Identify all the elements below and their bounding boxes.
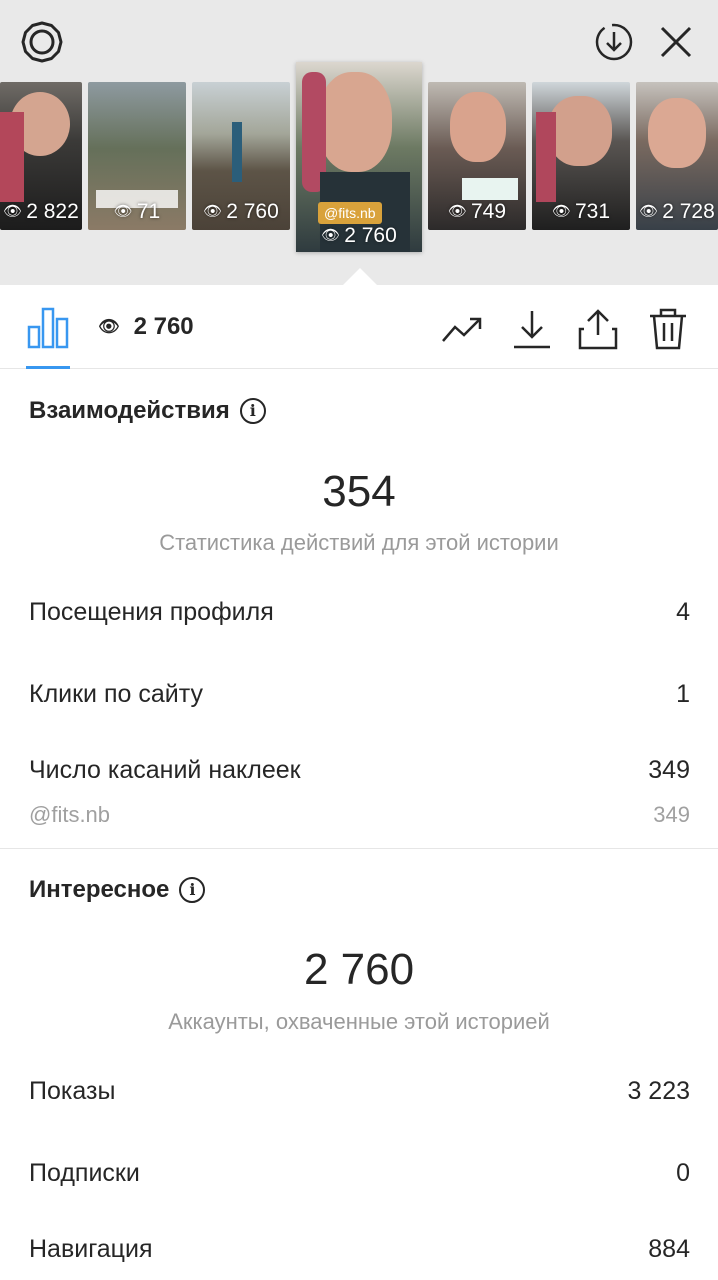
- view-count: 👁 2 760: [203, 200, 279, 223]
- view-count: 👁 2 728: [639, 200, 715, 223]
- trash-icon[interactable]: [646, 307, 690, 351]
- info-icon[interactable]: i: [179, 877, 206, 903]
- story-strip-area: 👁 2 822 👁 71 👁 2 760 @fits.nb 👁 2 760 👁 749 👁…: [0, 0, 718, 285]
- trend-icon[interactable]: [440, 307, 484, 351]
- interactions-title: Взаимодействия i: [29, 397, 266, 425]
- eye-icon: 👁: [98, 317, 120, 336]
- interactions-total: 354: [322, 467, 396, 516]
- view-count: 👁 731: [551, 200, 611, 223]
- bar-chart-icon[interactable]: [26, 305, 70, 349]
- story-thumbnail[interactable]: 👁 749: [428, 82, 526, 230]
- interactions-caption: Статистика действий для этой истории: [159, 530, 559, 555]
- discovery-total: 2 760: [303, 945, 415, 994]
- section-divider: [0, 848, 718, 849]
- story-thumbnail[interactable]: 👁 2 822: [0, 82, 82, 230]
- download-circle-icon[interactable]: [592, 20, 636, 64]
- selection-pointer: [343, 268, 377, 285]
- view-count: 👁 71: [113, 200, 161, 223]
- download-icon[interactable]: [510, 307, 554, 351]
- mention-sticker: @fits.nb: [318, 202, 382, 224]
- info-icon[interactable]: i: [239, 398, 266, 424]
- view-count: 👁 749: [447, 200, 507, 223]
- insights-toolbar: 👁 2 760: [0, 285, 718, 369]
- views-summary: 👁 2 760: [98, 313, 194, 340]
- discovery-caption: Аккаунты, охваченные этой историей: [168, 1009, 550, 1034]
- discovery-title: Интересное i: [29, 876, 206, 904]
- share-icon[interactable]: [576, 307, 620, 351]
- story-thumbnail[interactable]: 👁 2 760: [192, 82, 290, 230]
- view-count: 👁 2 760: [321, 224, 397, 247]
- story-thumbnail[interactable]: 👁 731: [532, 82, 630, 230]
- story-thumbnail[interactable]: 👁 2 728: [636, 82, 718, 230]
- selected-story-thumbnail[interactable]: @fits.nb 👁 2 760: [296, 62, 422, 252]
- active-tab-indicator: [26, 366, 70, 369]
- settings-icon[interactable]: [20, 20, 64, 64]
- close-icon[interactable]: [656, 22, 696, 62]
- story-thumbnail[interactable]: 👁 71: [88, 82, 186, 230]
- view-count: 👁 2 822: [3, 200, 79, 223]
